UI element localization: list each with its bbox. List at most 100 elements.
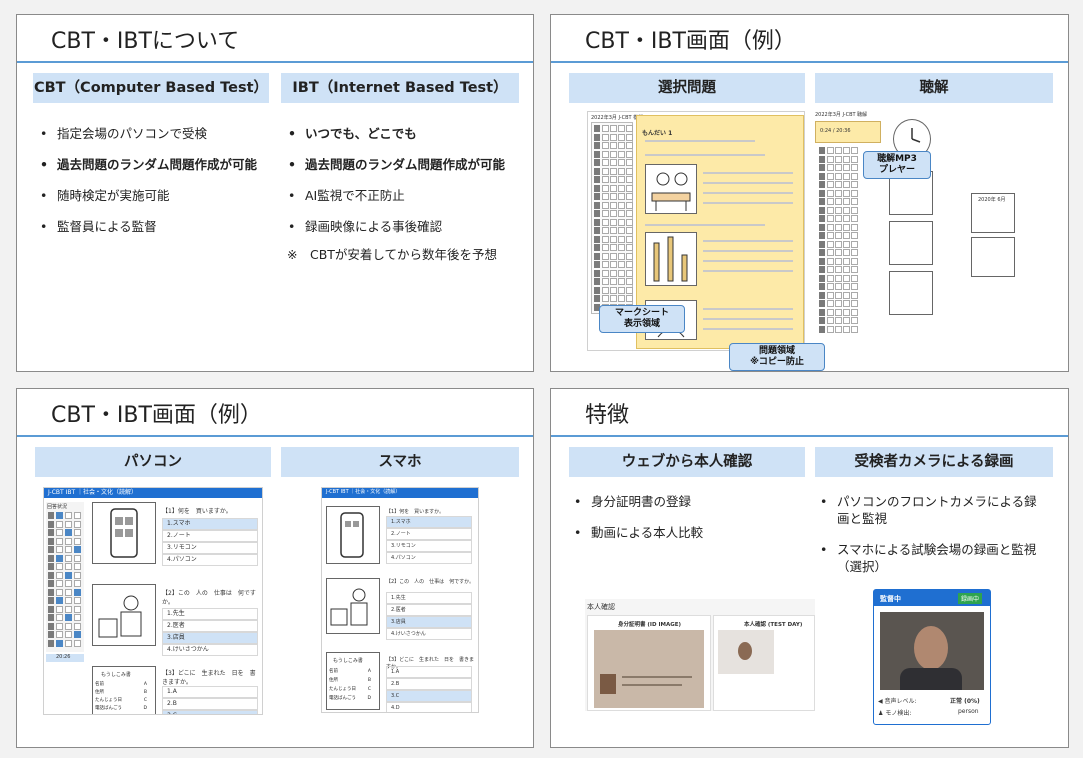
answer-option[interactable]: 1.先生 (386, 592, 472, 604)
answer-bubble[interactable] (835, 198, 842, 205)
answer-bubble[interactable] (835, 266, 842, 273)
answer-bubble[interactable] (610, 125, 617, 132)
answer-bubble[interactable] (618, 193, 625, 200)
answer-bubble[interactable] (610, 227, 617, 234)
answer-bubble[interactable] (65, 520, 72, 528)
answer-bubble[interactable] (74, 537, 81, 545)
answer-bubble[interactable] (835, 249, 842, 256)
answer-bubble[interactable] (602, 286, 609, 294)
answer-bubble[interactable] (626, 295, 633, 302)
answer-bubble[interactable] (626, 184, 633, 192)
answer-bubble[interactable] (626, 125, 633, 132)
answer-bubble[interactable] (843, 232, 850, 239)
answer-option[interactable]: 3.店員 (386, 616, 472, 628)
answer-bubble[interactable] (851, 274, 858, 282)
answer-bubble[interactable] (602, 244, 609, 251)
answer-bubble[interactable] (835, 317, 842, 324)
answer-bubble[interactable] (827, 198, 834, 205)
answer-bubble[interactable] (56, 631, 63, 638)
answer-bubble[interactable] (74, 563, 81, 570)
answer-bubble[interactable] (618, 278, 625, 285)
answer-bubble[interactable] (74, 639, 81, 647)
answer-bubble[interactable] (843, 147, 850, 154)
answer-bubble[interactable] (56, 605, 63, 613)
answer-bubble[interactable] (835, 283, 842, 290)
answer-bubble[interactable] (843, 317, 850, 324)
answer-option[interactable]: 1.スマホ (386, 516, 472, 528)
answer-bubble[interactable] (827, 147, 834, 154)
answer-bubble[interactable] (610, 142, 617, 149)
answer-bubble[interactable] (851, 198, 858, 205)
answer-bubble[interactable] (835, 257, 842, 265)
answer-bubble[interactable] (610, 261, 617, 268)
answer-bubble[interactable] (626, 252, 633, 260)
answer-bubble[interactable] (602, 227, 609, 234)
answer-bubble[interactable] (602, 269, 609, 277)
answer-option[interactable]: 3.リモコン (386, 540, 472, 552)
answer-bubble[interactable] (851, 249, 858, 256)
answer-bubble[interactable] (851, 189, 858, 197)
answer-bubble[interactable] (626, 159, 633, 166)
answer-bubble[interactable] (851, 215, 858, 222)
answer-bubble[interactable] (65, 537, 72, 545)
answer-bubble[interactable] (626, 235, 633, 243)
answer-bubble[interactable] (851, 257, 858, 265)
pc-answer-panel[interactable]: 回答状況 (46, 502, 84, 652)
answer-bubble[interactable] (827, 274, 834, 282)
answer-bubble[interactable] (618, 201, 625, 209)
answer-bubble[interactable] (56, 537, 63, 545)
answer-bubble[interactable] (626, 278, 633, 285)
answer-bubble[interactable] (56, 597, 63, 604)
answer-bubble[interactable] (843, 223, 850, 231)
answer-bubble[interactable] (851, 266, 858, 273)
answer-bubble[interactable] (618, 235, 625, 243)
answer-bubble[interactable] (74, 614, 81, 621)
answer-bubble[interactable] (74, 605, 81, 613)
answer-option[interactable]: 2.ノート (162, 530, 258, 542)
answer-bubble[interactable] (835, 172, 842, 180)
answer-bubble[interactable] (65, 571, 72, 579)
answer-bubble[interactable] (626, 227, 633, 234)
answer-bubble[interactable] (618, 176, 625, 183)
answer-bubble[interactable] (74, 571, 81, 579)
answer-bubble[interactable] (626, 201, 633, 209)
answer-bubble[interactable] (835, 147, 842, 154)
answer-bubble[interactable] (827, 223, 834, 231)
answer-bubble[interactable] (843, 283, 850, 290)
answer-bubble[interactable] (602, 295, 609, 302)
answer-bubble[interactable] (65, 597, 72, 604)
answer-bubble[interactable] (602, 218, 609, 226)
answer-bubble[interactable] (626, 261, 633, 268)
answer-bubble[interactable] (65, 529, 72, 536)
answer-bubble[interactable] (65, 614, 72, 621)
answer-bubble[interactable] (56, 529, 63, 536)
answer-bubble[interactable] (610, 252, 617, 260)
answer-bubble[interactable] (835, 215, 842, 222)
answer-bubble[interactable] (851, 223, 858, 231)
answer-bubble[interactable] (56, 520, 63, 528)
answer-option[interactable]: 1.A (386, 666, 472, 678)
answer-bubble[interactable] (843, 308, 850, 316)
answer-bubble[interactable] (602, 150, 609, 158)
answer-bubble[interactable] (618, 261, 625, 268)
mark-sheet-area[interactable] (591, 122, 633, 314)
answer-bubble[interactable] (835, 223, 842, 231)
answer-bubble[interactable] (843, 300, 850, 307)
answer-bubble[interactable] (835, 206, 842, 214)
answer-option[interactable]: 3.C (386, 690, 472, 702)
answer-bubble[interactable] (843, 249, 850, 256)
answer-option[interactable]: 3.リモコン (162, 542, 258, 554)
answer-bubble[interactable] (74, 554, 81, 562)
answer-option[interactable]: 4.パソコン (386, 552, 472, 564)
answer-bubble[interactable] (827, 240, 834, 248)
answer-bubble[interactable] (610, 201, 617, 209)
answer-bubble[interactable] (610, 295, 617, 302)
answer-option[interactable]: 3.店員 (162, 632, 258, 644)
answer-bubble[interactable] (843, 215, 850, 222)
answer-bubble[interactable] (626, 150, 633, 158)
answer-bubble[interactable] (626, 142, 633, 149)
answer-bubble[interactable] (65, 639, 72, 647)
answer-bubble[interactable] (610, 269, 617, 277)
answer-option[interactable]: 1.スマホ (162, 518, 258, 530)
answer-bubble[interactable] (610, 278, 617, 285)
